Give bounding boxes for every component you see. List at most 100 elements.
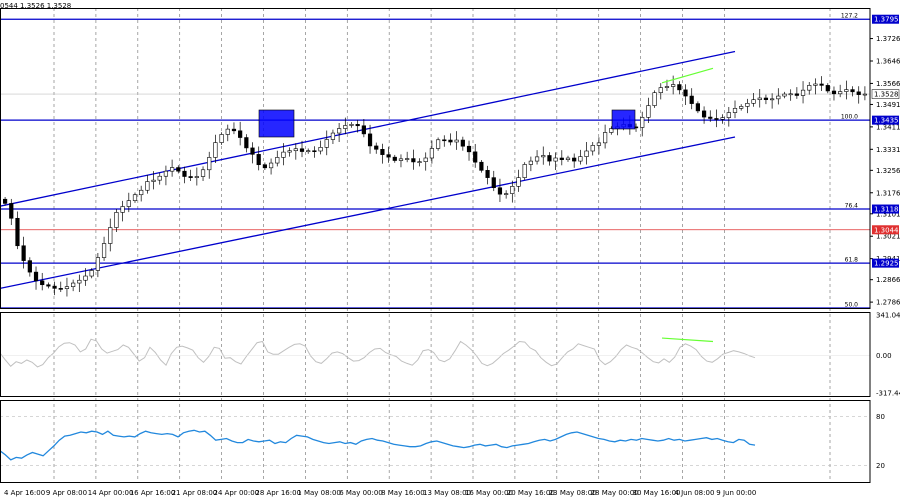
cci-divergence-line[interactable] (661, 337, 714, 343)
candle-body[interactable] (386, 154, 391, 158)
candle-body[interactable] (714, 118, 719, 120)
candle-body[interactable] (590, 145, 595, 152)
candle-body[interactable] (151, 179, 156, 182)
candle-body[interactable] (287, 150, 292, 153)
candle-body[interactable] (831, 90, 837, 95)
candle-body[interactable] (355, 124, 360, 127)
candle-body[interactable] (343, 125, 348, 129)
candle-body[interactable] (485, 170, 490, 178)
candle-body[interactable] (40, 280, 45, 286)
candle-body[interactable] (658, 87, 663, 93)
candle-body[interactable] (219, 134, 224, 143)
candle-body[interactable] (776, 95, 781, 100)
candle-body[interactable] (578, 156, 583, 162)
candle-body[interactable] (380, 149, 385, 155)
candle-body[interactable] (367, 133, 373, 147)
candle-body[interactable] (71, 282, 76, 287)
candle-body[interactable] (225, 128, 230, 135)
candle-body[interactable] (268, 162, 274, 169)
candle-body[interactable] (126, 200, 131, 207)
candle-body[interactable] (838, 91, 843, 95)
candle-body[interactable] (163, 170, 169, 177)
candle-body[interactable] (318, 147, 323, 152)
candle-body[interactable] (460, 139, 465, 147)
trading-chart[interactable]: 127.2 100.0 76.4 61.8 50.0 4 Apr 16:00 9 Apr … (0, 0, 900, 500)
candle-body[interactable] (423, 157, 428, 162)
candle-body[interactable] (522, 164, 527, 178)
candle-body[interactable] (516, 177, 521, 187)
candle-body[interactable] (603, 132, 608, 144)
candle-body[interactable] (114, 212, 119, 228)
candle-body[interactable] (720, 117, 725, 120)
candle-body[interactable] (2, 198, 8, 204)
candle-body[interactable] (671, 84, 676, 87)
candle-body[interactable] (510, 186, 515, 194)
candle-body[interactable] (454, 139, 459, 143)
candle-body[interactable] (664, 86, 670, 88)
candle-body[interactable] (429, 148, 435, 159)
candle-body[interactable] (565, 157, 571, 160)
candle-body[interactable] (64, 286, 70, 289)
candle-body[interactable] (497, 187, 503, 195)
candle-body[interactable] (77, 279, 82, 284)
candle-body[interactable] (46, 284, 51, 287)
candle-body[interactable] (417, 161, 422, 163)
candle-body[interactable] (584, 150, 589, 157)
candle-body[interactable] (794, 93, 799, 96)
candle-body[interactable] (52, 285, 57, 289)
candle-body[interactable] (89, 270, 94, 277)
candle-body[interactable] (751, 99, 756, 104)
candle-body[interactable] (553, 157, 558, 162)
candle-body[interactable] (293, 148, 298, 152)
candle-body[interactable] (782, 93, 787, 97)
highlight-box[interactable] (611, 109, 636, 130)
candle-body[interactable] (238, 130, 243, 138)
cci-panel[interactable] (0, 337, 870, 368)
candle-body[interactable] (572, 157, 577, 162)
candle-body[interactable] (683, 89, 688, 97)
rsi-line[interactable] (0, 429, 756, 461)
candle-body[interactable] (324, 139, 329, 148)
candle-body[interactable] (850, 89, 855, 93)
candle-body[interactable] (726, 112, 731, 118)
candle-body[interactable] (640, 117, 645, 128)
candle-body[interactable] (194, 176, 199, 178)
candle-body[interactable] (231, 128, 237, 132)
candle-body[interactable] (21, 245, 26, 261)
candle-body[interactable] (312, 150, 317, 153)
candle-body[interactable] (763, 97, 769, 100)
candle-body[interactable] (596, 142, 602, 146)
candle-body[interactable] (770, 98, 775, 101)
candle-body[interactable] (534, 156, 540, 162)
candle-body[interactable] (825, 85, 830, 92)
cci-line[interactable] (0, 338, 756, 368)
candle-body[interactable] (330, 132, 336, 140)
candle-body[interactable] (466, 145, 472, 153)
candle-body[interactable] (708, 116, 713, 119)
candle-body[interactable] (349, 124, 354, 126)
candle-body[interactable] (442, 139, 447, 142)
divergence-line[interactable] (661, 67, 714, 84)
channel-lower-line[interactable] (0, 136, 736, 290)
candle-body[interactable] (145, 181, 150, 191)
candle-body[interactable] (652, 92, 657, 106)
candle-body[interactable] (256, 154, 261, 166)
candle-body[interactable] (739, 106, 744, 109)
candle-body[interactable] (262, 164, 267, 169)
candle-body[interactable] (213, 142, 218, 158)
candle-body[interactable] (504, 193, 509, 195)
candle-body[interactable] (807, 85, 812, 91)
candle-body[interactable] (745, 103, 750, 107)
candle-body[interactable] (108, 227, 113, 244)
candle-body[interactable] (646, 105, 651, 118)
candle-body[interactable] (473, 151, 478, 163)
highlight-box[interactable] (258, 109, 295, 138)
candle-body[interactable] (844, 89, 849, 92)
candle-body[interactable] (250, 147, 255, 155)
rsi-panel[interactable] (0, 416, 870, 466)
candle-body[interactable] (207, 157, 212, 171)
candle-body[interactable] (188, 176, 193, 178)
candle-body[interactable] (176, 167, 181, 172)
candle-body[interactable] (689, 95, 694, 104)
candle-body[interactable] (182, 170, 187, 177)
